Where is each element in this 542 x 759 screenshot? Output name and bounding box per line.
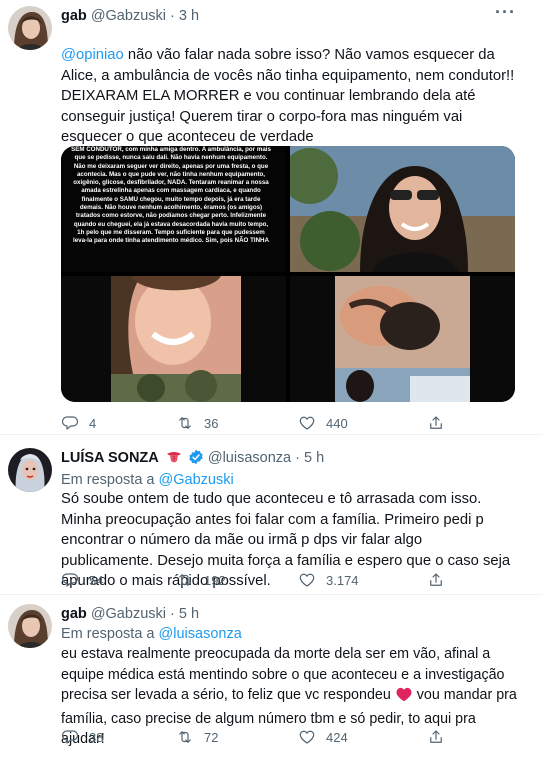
- author-handle[interactable]: @Gabzuski: [91, 606, 166, 622]
- tweet-actions: 4 36 440: [61, 414, 516, 434]
- reply-icon: [61, 573, 79, 587]
- tweet-actions: 54 192 3.174: [61, 571, 516, 591]
- retweet-count: 72: [204, 729, 219, 745]
- timestamp[interactable]: 3 h: [179, 8, 199, 24]
- tongue-emoji-icon: [166, 450, 182, 469]
- separator: ·: [295, 450, 300, 466]
- reply-label: Em resposta a: [61, 472, 155, 488]
- reply-context: Em resposta a @luisasonza: [61, 625, 242, 643]
- share-icon: [430, 416, 442, 429]
- heart-icon: [299, 416, 315, 430]
- tweet-header: gab @Gabzuski · 3 h: [61, 7, 199, 25]
- share-button[interactable]: [427, 728, 455, 746]
- verified-badge-icon: [188, 449, 204, 470]
- reply-count: 4: [89, 415, 97, 431]
- like-count: 3.174: [326, 572, 359, 588]
- avatar[interactable]: [8, 6, 52, 50]
- media-image-1[interactable]: SEM CONDUTOR, com minha amiga dentro. A …: [61, 146, 286, 272]
- author-handle[interactable]: @Gabzuski: [91, 8, 166, 24]
- tweet-body-text: não vão falar nada sobre isso? Não vamos…: [61, 47, 515, 146]
- like-button[interactable]: 440: [298, 414, 348, 432]
- tweet-text: @opiniao não vão falar nada sobre isso? …: [61, 45, 516, 148]
- share-button[interactable]: [427, 414, 455, 432]
- media-grid[interactable]: SEM CONDUTOR, com minha amiga dentro. A …: [61, 146, 515, 402]
- tweet-header: LUÍSA SONZA @luisasonza · 5 h: [61, 449, 324, 470]
- like-count: 440: [326, 415, 348, 431]
- timestamp[interactable]: 5 h: [304, 450, 324, 466]
- reply-count: 54: [89, 572, 104, 588]
- mention-link[interactable]: @opiniao: [61, 47, 124, 63]
- author-name[interactable]: LUÍSA SONZA: [61, 450, 159, 466]
- reply-icon: [61, 416, 79, 430]
- retweet-button[interactable]: 36: [176, 414, 218, 432]
- reply-button[interactable]: 38: [61, 728, 103, 746]
- author-name[interactable]: gab: [61, 606, 87, 622]
- avatar[interactable]: [8, 448, 52, 492]
- like-count: 424: [326, 729, 348, 745]
- tweet-2[interactable]: LUÍSA SONZA @luisasonza · 5 h Em respost…: [0, 435, 542, 593]
- author-name[interactable]: gab: [61, 8, 87, 24]
- separator: ·: [170, 606, 175, 622]
- share-icon: [430, 573, 442, 586]
- tweet-actions: 38 72 424: [61, 728, 516, 748]
- more-options-button[interactable]: ···: [495, 2, 516, 23]
- reply-label: Em resposta a: [61, 626, 155, 642]
- reply-to-link[interactable]: @luisasonza: [159, 626, 242, 642]
- retweet-count: 192: [204, 572, 226, 588]
- reply-button[interactable]: 4: [61, 414, 96, 432]
- retweet-count: 36: [204, 415, 219, 431]
- reply-context: Em resposta a @Gabzuski: [61, 471, 234, 489]
- avatar[interactable]: [8, 604, 52, 648]
- share-button[interactable]: [427, 571, 455, 589]
- retweet-button[interactable]: 192: [176, 571, 226, 589]
- reply-icon: [61, 730, 79, 744]
- timestamp[interactable]: 5 h: [179, 606, 199, 622]
- separator: ·: [170, 8, 175, 24]
- retweet-button[interactable]: 72: [176, 728, 218, 746]
- tweet-1[interactable]: gab @Gabzuski · 3 h ··· @opiniao não vão…: [0, 0, 542, 432]
- heart-icon: [299, 573, 315, 587]
- reply-to-link[interactable]: @Gabzuski: [159, 472, 234, 488]
- media-image-3[interactable]: [61, 276, 286, 402]
- retweet-icon: [179, 574, 191, 586]
- tweet-3[interactable]: gab @Gabzuski · 5 h Em resposta a @luisa…: [0, 595, 542, 759]
- author-handle[interactable]: @luisasonza: [208, 450, 291, 466]
- reply-count: 38: [89, 729, 104, 745]
- heart-icon: [299, 730, 315, 744]
- like-button[interactable]: 3.174: [298, 571, 359, 589]
- tweet-header: gab @Gabzuski · 5 h: [61, 605, 199, 623]
- red-heart-emoji-icon: [396, 687, 412, 709]
- share-icon: [430, 730, 442, 743]
- screenshot-text: SEM CONDUTOR, com minha amiga dentro. A …: [71, 146, 271, 245]
- retweet-icon: [179, 731, 191, 743]
- retweet-icon: [179, 417, 191, 429]
- media-image-2[interactable]: [290, 146, 515, 272]
- media-image-4[interactable]: [290, 276, 515, 402]
- like-button[interactable]: 424: [298, 728, 348, 746]
- reply-button[interactable]: 54: [61, 571, 103, 589]
